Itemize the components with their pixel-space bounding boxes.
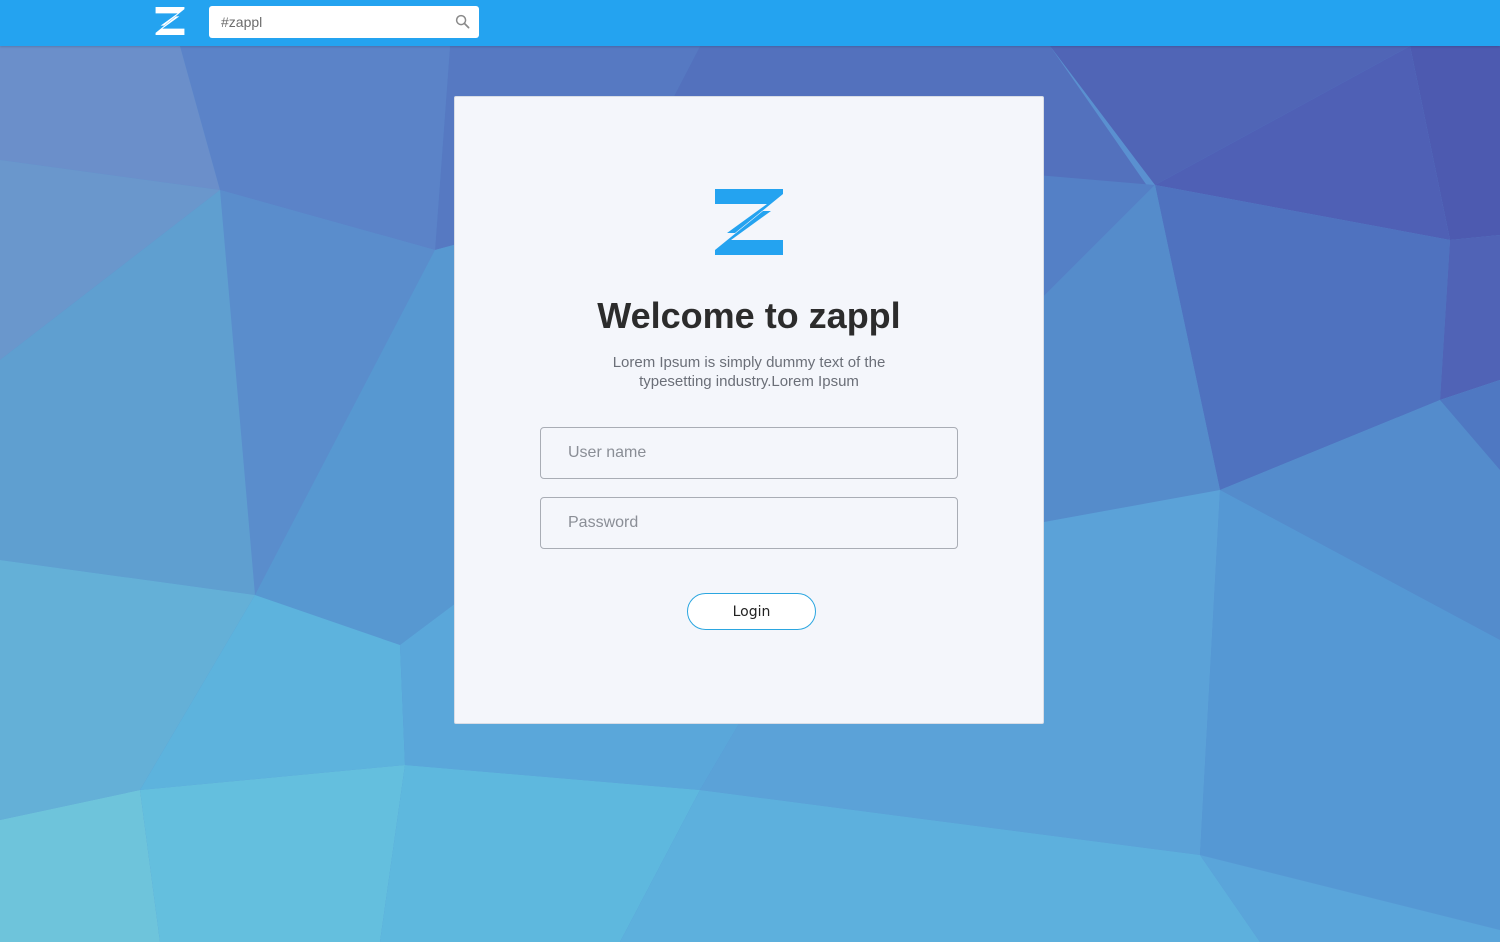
login-card: Welcome to zappl Lorem Ipsum is simply d…	[454, 96, 1044, 724]
username-field[interactable]	[540, 427, 958, 479]
login-button[interactable]: Login	[687, 593, 816, 630]
top-navigation-bar	[0, 0, 1500, 46]
password-field[interactable]	[540, 497, 958, 549]
zappl-logo-icon[interactable]	[155, 7, 185, 35]
page-title: Welcome to zappl	[597, 295, 901, 336]
search-box	[209, 6, 479, 38]
welcome-subtitle: Lorem Ipsum is simply dummy text of the …	[612, 354, 886, 390]
search-input[interactable]	[209, 6, 449, 38]
zappl-logo-icon	[715, 189, 783, 255]
search-icon[interactable]	[455, 14, 470, 29]
